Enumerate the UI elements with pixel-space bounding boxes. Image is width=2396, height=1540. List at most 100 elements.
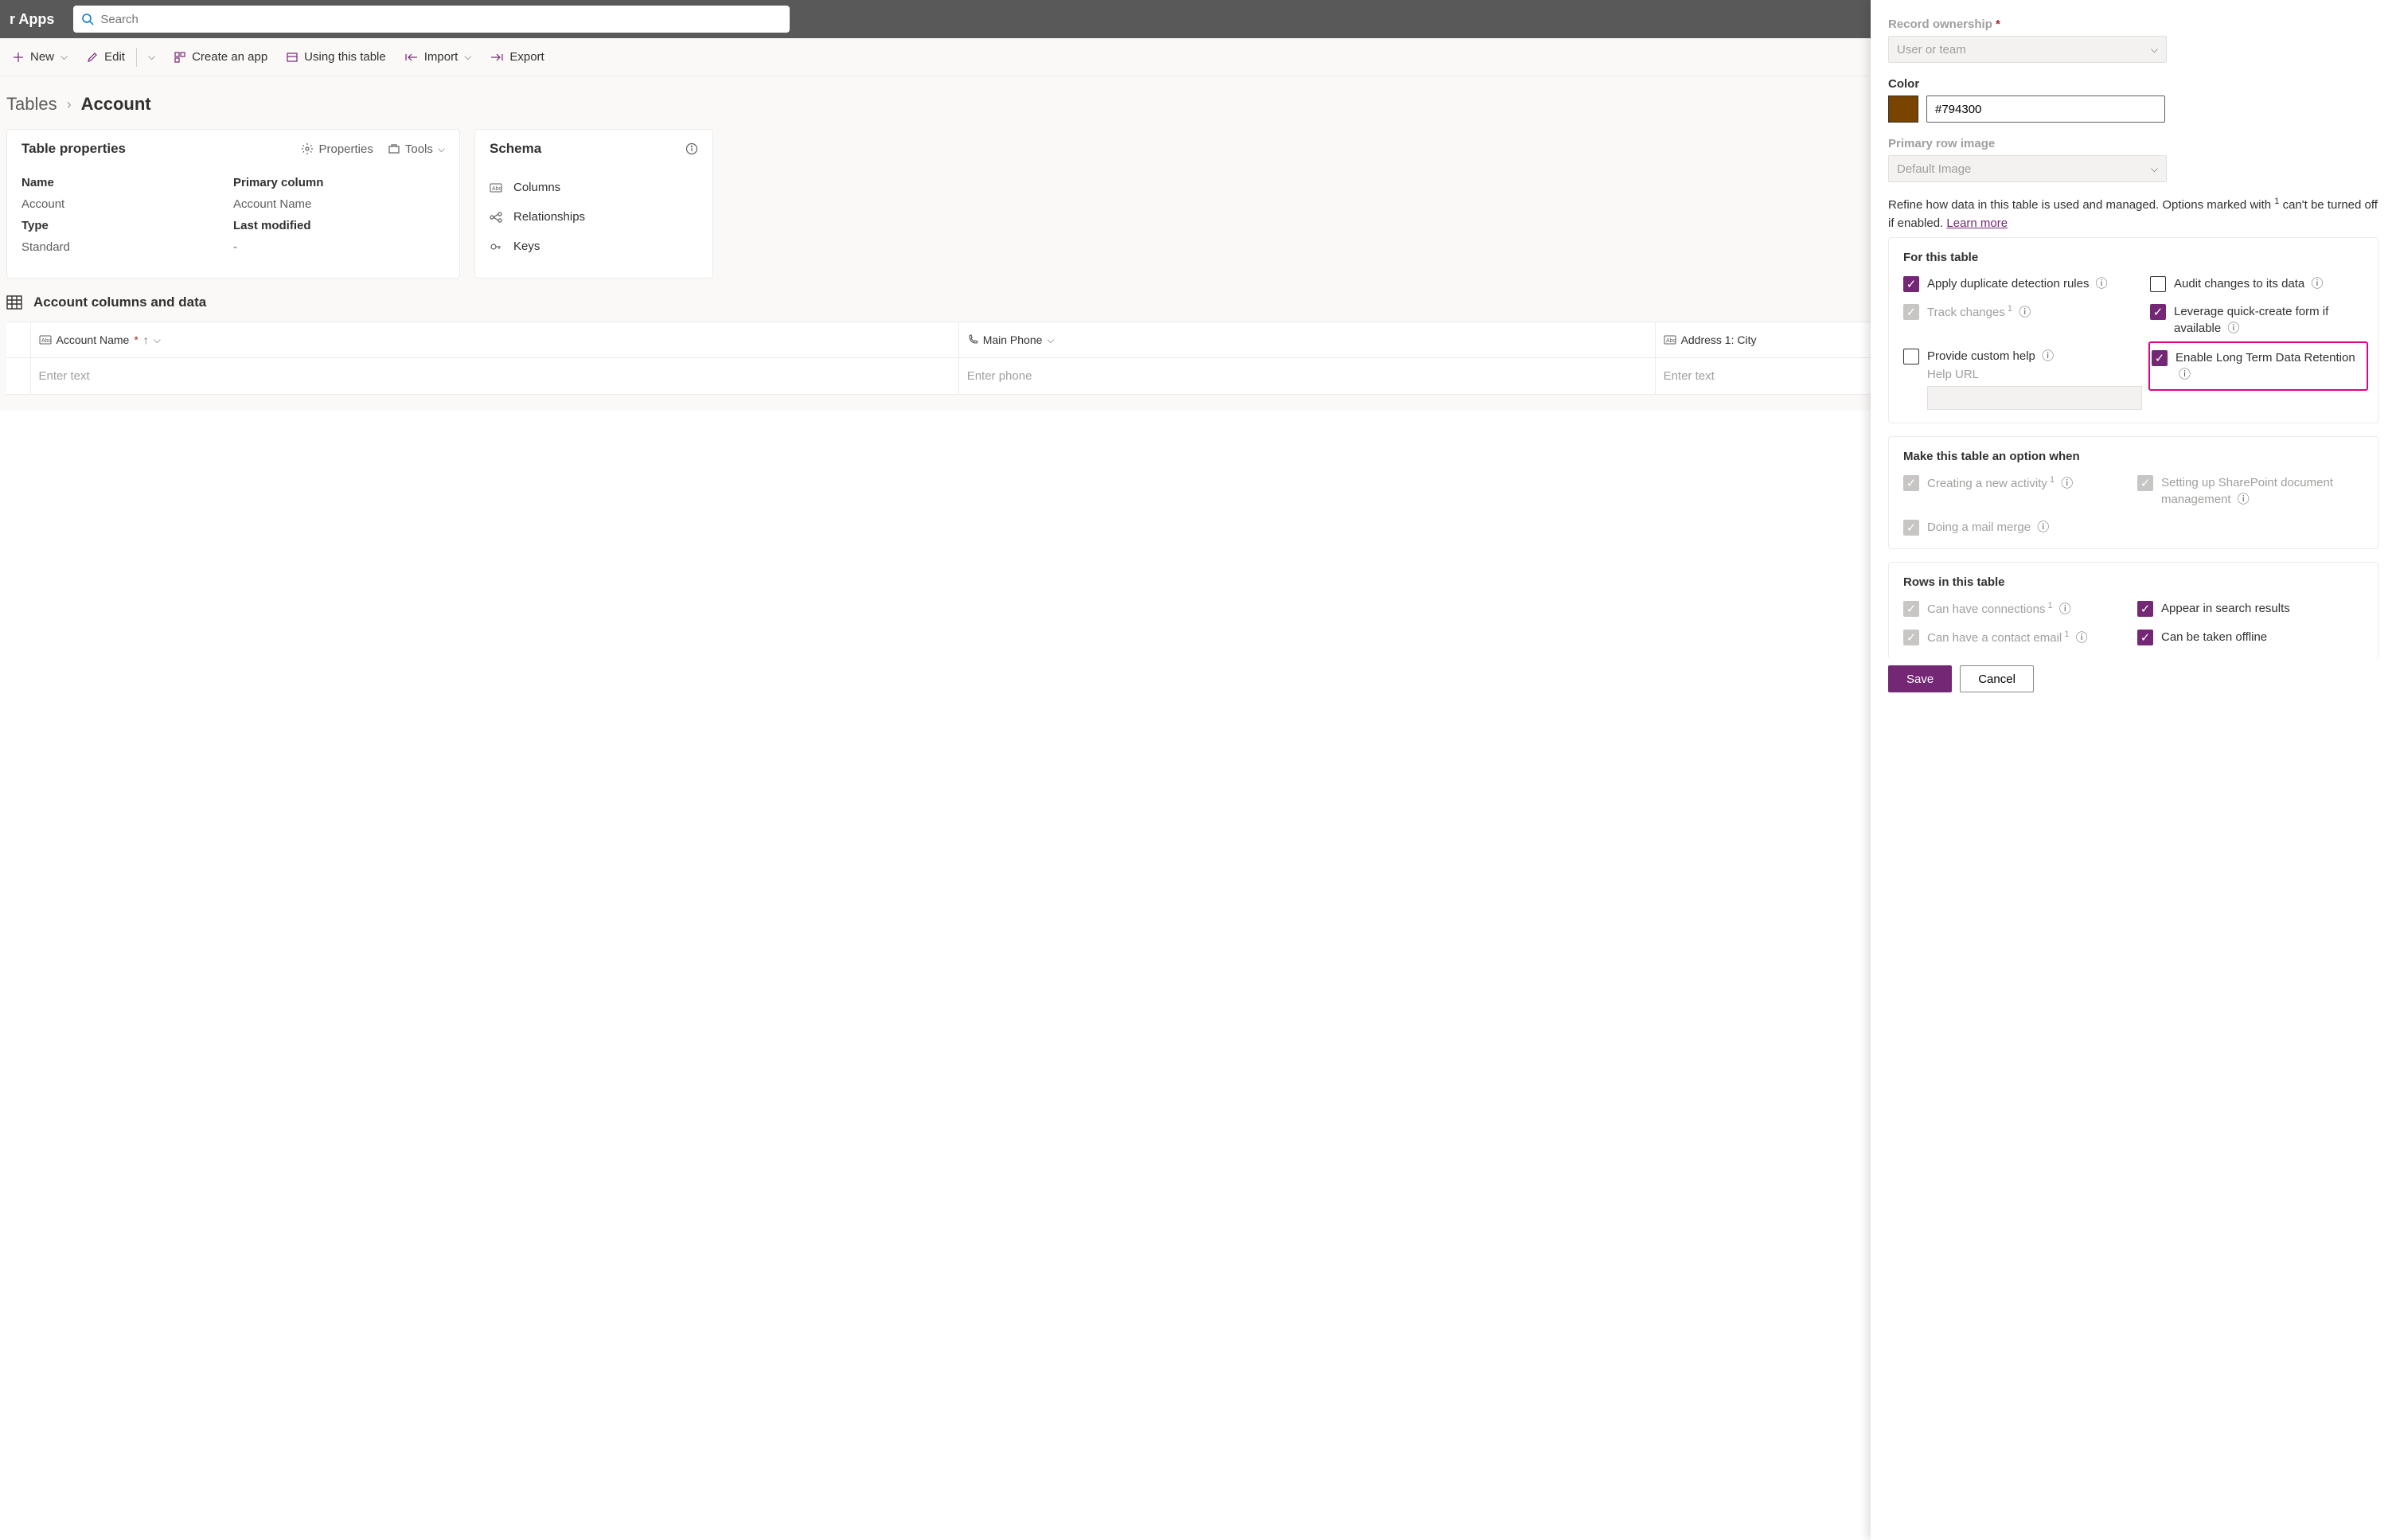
phone-icon	[967, 334, 978, 345]
refine-help-text: Refine how data in this table is used an…	[1888, 195, 2378, 232]
col-account-name[interactable]: Abc Account Name * ↑ ⌵	[30, 322, 958, 358]
info-icon[interactable]: ⓘ	[2238, 493, 2250, 506]
color-swatch[interactable]	[1888, 96, 1918, 123]
cell-input[interactable]: Enter phone	[958, 358, 1655, 395]
schema-columns[interactable]: Abc Columns	[475, 173, 712, 202]
using-table-button[interactable]: Using this table	[277, 38, 396, 76]
search-input[interactable]	[94, 13, 782, 26]
section-title: Rows in this table	[1903, 575, 2363, 589]
section-title: Make this table an option when	[1903, 450, 2363, 463]
table-plus-icon	[287, 52, 298, 63]
schema-keys[interactable]: Keys	[475, 232, 712, 261]
svg-text:Abc: Abc	[41, 338, 52, 344]
prop-lastmod-value: -	[233, 240, 445, 254]
chevron-down-icon: ⌵	[438, 143, 445, 155]
chevron-down-icon: ⌵	[2151, 44, 2158, 56]
info-icon[interactable]: ⓘ	[2042, 349, 2054, 363]
record-ownership-label: Record ownership *	[1888, 18, 2378, 31]
properties-panel: Record ownership * User or team⌵ Color P…	[1871, 0, 2396, 1540]
info-icon[interactable]: ⓘ	[2061, 477, 2073, 490]
prop-type-label: Type	[21, 219, 233, 232]
audit-changes-checkbox[interactable]: Audit changes to its data ⓘ	[2150, 275, 2363, 292]
cell-input[interactable]: Enter text	[30, 358, 958, 395]
sharepoint-checkbox: ✓Setting up SharePoint document manageme…	[2137, 474, 2363, 508]
cancel-button[interactable]: Cancel	[1960, 665, 2034, 692]
card-title: Table properties	[21, 141, 301, 157]
section-title: For this table	[1903, 251, 2363, 264]
long-term-retention-checkbox[interactable]: ✓Enable Long Term Data Retention ⓘ	[2152, 349, 2362, 383]
chevron-down-icon: ⌵	[60, 51, 68, 63]
breadcrumb-current: Account	[81, 94, 151, 115]
svg-text:Abc: Abc	[1666, 338, 1676, 344]
search-box[interactable]	[73, 6, 790, 33]
info-icon[interactable]: ⓘ	[2059, 602, 2071, 616]
table-properties-card: Table properties Properties Tools ⌵ Name…	[6, 129, 460, 279]
plus-icon	[13, 52, 24, 63]
prop-name-value: Account	[21, 197, 233, 211]
info-icon[interactable]	[685, 142, 698, 155]
text-field-icon: Abc	[490, 183, 504, 193]
chevron-down-icon: ⌵	[464, 51, 471, 63]
schema-relationships[interactable]: Relationships	[475, 202, 712, 232]
edit-split-button[interactable]: ⌵	[139, 38, 165, 76]
panel-footer: Save Cancel	[1871, 665, 2396, 707]
color-label: Color	[1888, 77, 2378, 91]
quick-create-checkbox[interactable]: ✓Leverage quick-create form if available…	[2150, 303, 2363, 337]
tools-button[interactable]: Tools ⌵	[388, 142, 445, 156]
schema-card: Schema Abc Columns Relationships Keys	[474, 129, 713, 279]
edit-button[interactable]: Edit	[77, 38, 135, 76]
info-icon[interactable]: ⓘ	[2076, 631, 2088, 645]
import-button[interactable]: Import ⌵	[396, 38, 482, 76]
info-icon[interactable]: ⓘ	[2096, 277, 2108, 290]
export-button[interactable]: Export	[481, 38, 553, 76]
rows-section: Rows in this table ✓Can have connections…	[1888, 562, 2378, 659]
chevron-down-icon: ⌵	[154, 334, 161, 346]
breadcrumb-root[interactable]: Tables	[6, 94, 57, 115]
prop-name-label: Name	[21, 176, 233, 189]
prop-lastmod-label: Last modified	[233, 219, 445, 232]
primary-image-label: Primary row image	[1888, 137, 2378, 150]
custom-help-checkbox[interactable]: Provide custom help ⓘ	[1903, 348, 2142, 365]
info-icon[interactable]: ⓘ	[2227, 322, 2239, 335]
info-icon[interactable]: ⓘ	[2311, 277, 2323, 290]
table-icon	[6, 295, 22, 310]
chevron-down-icon: ⌵	[1047, 334, 1054, 346]
mail-merge-checkbox: ✓Doing a mail merge ⓘ	[1903, 519, 2129, 536]
section-title: Account columns and data	[33, 294, 206, 310]
create-app-button[interactable]: Create an app	[165, 38, 277, 76]
connections-checkbox: ✓Can have connections 1 ⓘ	[1903, 600, 2129, 618]
col-main-phone[interactable]: Main Phone ⌵	[958, 322, 1655, 358]
export-icon	[490, 53, 503, 62]
new-activity-checkbox: ✓Creating a new activity 1 ⓘ	[1903, 474, 2129, 492]
prop-type-value: Standard	[21, 240, 233, 254]
row-select-header[interactable]	[6, 322, 30, 358]
color-input[interactable]	[1926, 96, 2165, 123]
chevron-down-icon: ⌵	[2151, 163, 2158, 175]
search-icon	[81, 13, 94, 25]
relationship-icon	[490, 212, 504, 223]
sort-up-icon: ↑	[143, 333, 149, 346]
learn-more-link[interactable]: Learn more	[1946, 216, 2008, 230]
import-icon	[405, 53, 418, 62]
offline-checkbox[interactable]: ✓Can be taken offline	[2137, 629, 2363, 645]
help-url-input	[1927, 386, 2142, 410]
gear-icon	[301, 142, 314, 155]
save-button[interactable]: Save	[1888, 665, 1952, 692]
info-icon[interactable]: ⓘ	[2037, 520, 2049, 534]
info-icon[interactable]: ⓘ	[2179, 368, 2191, 381]
chevron-down-icon: ⌵	[148, 51, 155, 63]
pencil-icon	[87, 52, 98, 63]
search-results-checkbox[interactable]: ✓Appear in search results	[2137, 600, 2363, 617]
brand-label: r Apps	[10, 11, 73, 28]
card-title: Schema	[490, 141, 685, 157]
required-indicator: *	[134, 333, 138, 346]
duplicate-detection-checkbox[interactable]: ✓Apply duplicate detection rules ⓘ	[1903, 275, 2142, 292]
track-changes-checkbox: ✓Track changes 1 ⓘ	[1903, 303, 2142, 321]
option-when-section: Make this table an option when ✓Creating…	[1888, 436, 2378, 549]
info-icon[interactable]: ⓘ	[2019, 306, 2031, 319]
text-field-icon: Abc	[1664, 335, 1676, 345]
help-url-label: Help URL	[1903, 368, 2142, 381]
new-button[interactable]: New ⌵	[3, 38, 77, 76]
properties-button[interactable]: Properties	[301, 142, 373, 156]
toolbox-icon	[388, 142, 400, 155]
